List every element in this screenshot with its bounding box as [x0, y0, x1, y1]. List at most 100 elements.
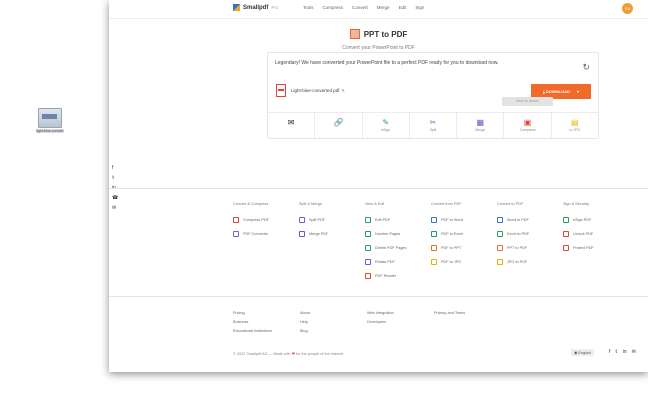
footer-link[interactable]: Number Pages: [365, 227, 431, 241]
twitter-icon[interactable]: 𝕥: [112, 173, 118, 183]
edit-icon: [365, 217, 371, 223]
converter-icon: [233, 231, 239, 237]
tool-label: to JPG: [569, 128, 581, 132]
footer-heading: Convert to PDF: [497, 202, 524, 206]
logo-text: Smallpdf: [243, 4, 269, 11]
desktop-file-label: light-blue-convert: [36, 129, 64, 133]
nav-tools[interactable]: Tools: [303, 5, 314, 10]
merge-icon: ▦: [476, 118, 485, 127]
footer-link-education[interactable]: Educational Institutions: [233, 329, 300, 338]
logo-mark-icon: [233, 4, 240, 11]
tool-email[interactable]: ✉: [268, 113, 316, 138]
facebook-icon[interactable]: f: [609, 349, 610, 355]
nav-merge[interactable]: Merge: [377, 5, 390, 10]
tool-split[interactable]: ✂ Split: [410, 113, 458, 138]
footer-link[interactable]: Word to PDF: [497, 213, 563, 227]
desktop-file-icon[interactable]: light-blue-convert: [36, 108, 64, 133]
tool-esign[interactable]: ✎ eSign: [363, 113, 410, 138]
tool-merge[interactable]: ▦ Merge: [457, 113, 505, 138]
footer-column: Convert & Compress Compress PDF PDF Conv…: [233, 202, 299, 283]
rotate-icon: [365, 259, 371, 265]
whatsapp-icon[interactable]: ☎: [112, 193, 118, 203]
facebook-icon[interactable]: f: [112, 163, 118, 173]
language-selector[interactable]: ◉ English: [571, 349, 594, 356]
footer-link-blog[interactable]: Blog: [300, 329, 367, 338]
footer-column: Convert from PDF PDF to Word PDF to Exce…: [431, 202, 497, 283]
twitter-icon[interactable]: 𝕥: [615, 349, 617, 355]
jpg-icon: [497, 259, 503, 265]
footer-link[interactable]: PDF to PPT: [431, 241, 497, 255]
footer-link[interactable]: Compress PDF: [233, 213, 299, 227]
footer-link[interactable]: Unlock PDF: [563, 227, 629, 241]
footer-column: Split & Merge Split PDF Merge PDF: [299, 202, 365, 283]
tool-link[interactable]: 🔗: [315, 113, 363, 138]
tool-compress[interactable]: ▣ Compress: [504, 113, 552, 138]
esign-icon: [563, 217, 569, 223]
footer-link-help[interactable]: Help: [300, 320, 367, 329]
footer-link-developers[interactable]: Developers: [367, 320, 434, 329]
footer-link-privacy[interactable]: Privacy and Terms: [434, 311, 501, 320]
tool-to-jpg[interactable]: ▤ to JPG: [552, 113, 598, 138]
mail-icon: ✉: [287, 118, 295, 127]
download-icon: ⤓: [542, 89, 545, 94]
mail-icon[interactable]: ✉: [632, 349, 636, 355]
footer-link[interactable]: PDF to Excel: [431, 227, 497, 241]
footer-column: View & Edit Edit PDF Number Pages Delete…: [365, 202, 431, 283]
footer-column: Convert to PDF Word to PDF Excel to PDF …: [497, 202, 563, 283]
nav-edit[interactable]: Edit: [399, 5, 407, 10]
footer-link-pricing[interactable]: Pricing: [233, 311, 300, 320]
next-tools-bar: ✉ 🔗 ✎ eSign ✂ Split ▦ Merge ▣ Compress ▤…: [268, 112, 598, 138]
tool-header: PPT to PDF Convert your PowerPoint to PD…: [109, 26, 648, 51]
footer-link[interactable]: Rotate PDF: [365, 255, 431, 269]
edit-name-icon[interactable]: ✎: [342, 88, 345, 93]
linkedin-icon[interactable]: in: [623, 349, 627, 355]
footer-column: Sign & Security eSign PDF Unlock PDF Pro…: [563, 202, 629, 283]
footer-link[interactable]: JPG to PDF: [497, 255, 563, 269]
footer-link[interactable]: PPT to PDF: [497, 241, 563, 255]
footer-link[interactable]: Merge PDF: [299, 227, 365, 241]
footer-link-column: Privacy and Terms: [434, 311, 501, 338]
email-share-icon[interactable]: ✉: [112, 203, 118, 213]
jpg-icon: [431, 259, 437, 265]
nav-convert[interactable]: Convert: [352, 5, 368, 10]
nav-compress[interactable]: Compress: [323, 5, 344, 10]
footer-link-about[interactable]: About: [300, 311, 367, 320]
footer-heading: Convert & Compress: [233, 202, 269, 206]
footer-heading: Split & Merge: [299, 202, 322, 206]
number-icon: [365, 231, 371, 237]
pdf-file-icon: [276, 84, 286, 97]
browser-window: Smallpdf Pro Tools Compress Convert Merg…: [109, 0, 648, 372]
footer-link[interactable]: PDF to Word: [431, 213, 497, 227]
footer-link[interactable]: PDF Reader: [365, 269, 431, 283]
start-over-icon[interactable]: ↻: [582, 62, 590, 73]
file-name[interactable]: Light-blue-converted.pdf: [291, 88, 340, 93]
compress-icon: ▣: [523, 118, 532, 127]
footer-link[interactable]: Split PDF: [299, 213, 365, 227]
esign-icon: ✎: [382, 118, 390, 127]
footer-link-web-integration[interactable]: Web Integration: [367, 311, 434, 320]
footer-heading: Convert from PDF: [431, 202, 462, 206]
user-avatar[interactable]: RA: [622, 3, 633, 14]
footer-link[interactable]: Protect PDF: [563, 241, 629, 255]
ppt-icon: [497, 245, 503, 251]
footer-link-column: About Help Blog: [300, 311, 367, 338]
desktop: light-blue-convert Smallpdf Pro Tools Co…: [0, 0, 648, 405]
main-nav: Tools Compress Convert Merge Edit Sign: [303, 5, 433, 10]
footer-link-business[interactable]: Business: [233, 320, 300, 329]
chevron-down-icon: ▾: [577, 89, 580, 94]
footer-link[interactable]: PDF Converter: [233, 227, 299, 241]
footer-link[interactable]: Edit PDF: [365, 213, 431, 227]
success-message: Legendary! We have converted your PowerP…: [275, 60, 499, 66]
footer-link[interactable]: PDF to JPG: [431, 255, 497, 269]
pro-badge: Pro: [271, 5, 279, 10]
page-title-text: PPT to PDF: [363, 29, 408, 39]
page-subtitle: Convert your PowerPoint to PDF: [342, 45, 415, 51]
top-navigation: Smallpdf Pro Tools Compress Convert Merg…: [109, 0, 648, 19]
nav-sign[interactable]: Sign: [415, 5, 424, 10]
smallpdf-logo[interactable]: Smallpdf Pro: [233, 4, 278, 11]
excel-icon: [497, 231, 503, 237]
protect-icon: [563, 245, 569, 251]
footer-link[interactable]: Excel to PDF: [497, 227, 563, 241]
footer-link[interactable]: eSign PDF: [563, 213, 629, 227]
footer-link[interactable]: Delete PDF Pages: [365, 241, 431, 255]
